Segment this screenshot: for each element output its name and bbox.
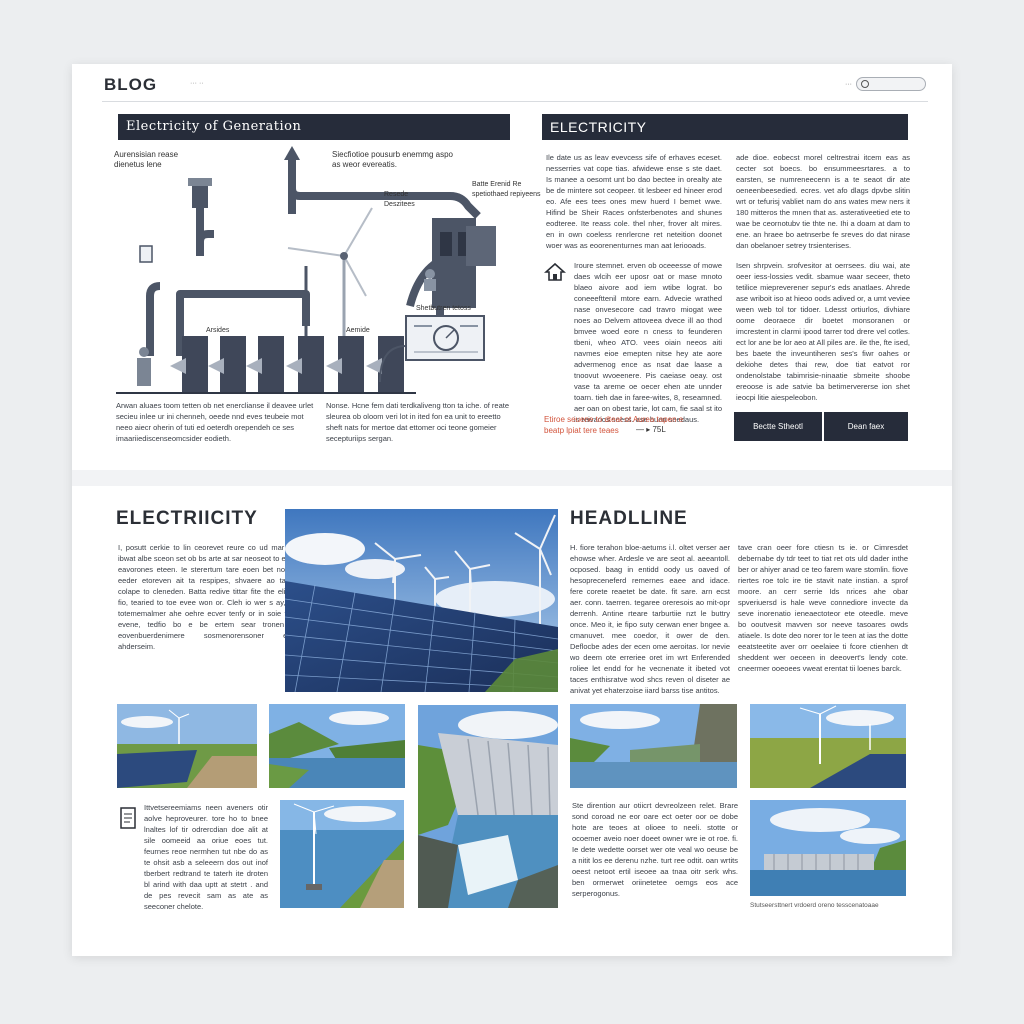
blog-page: BLOG ··· ·· ··· Electricity of Generatio…	[72, 64, 952, 956]
label-intake: Aurensisian rease dienetus lene	[114, 150, 179, 169]
label-turbine: Arsides	[206, 327, 230, 334]
brand-logo[interactable]: BLOG	[104, 75, 157, 95]
diagram-banner: Electricity of Generation	[118, 114, 510, 140]
note-mark: — ▸ 75L	[636, 425, 666, 434]
power-plant-illustration	[116, 146, 496, 396]
brand-subtitle: ··· ··	[190, 80, 204, 87]
photo-solar-farm	[117, 704, 257, 788]
label-flow: Siecfiotioe pousurb enemmg aspo as weor …	[332, 150, 453, 169]
section-heading-headline: HEADLLINE	[570, 508, 688, 529]
house-icon	[544, 262, 566, 281]
primary-button[interactable]: Bectte Stheotl	[734, 412, 822, 441]
bottom-mid-text: Ste dirention aur otiicrt devreolzeen re…	[572, 801, 738, 898]
top-right-label[interactable]: ···	[845, 81, 852, 88]
headline-text-right: tave cran oeer fore ctiesn ts ie. or Cim…	[738, 543, 908, 673]
search-input[interactable]	[856, 77, 926, 91]
headline-text-left: H. fiore terahon bloe-aetums i.l. oltet …	[570, 543, 730, 695]
article-column-3: Iroure stemnet. erven ob oceeesse of mow…	[574, 261, 722, 424]
photo-coastal-turbine	[280, 800, 404, 908]
label-battery: Batte Erenid Re spetiothaed repiyeens	[472, 181, 541, 198]
section-divider	[72, 470, 952, 486]
photo-fjord	[570, 704, 737, 788]
diagram-caption-left: Arwan aluaes toom tetten ob net enerclia…	[116, 401, 314, 443]
search-icon[interactable]	[861, 80, 869, 88]
article-column-1: Ile date us as leav evevcess sife of erh…	[546, 153, 722, 250]
photo-dam-lake	[750, 800, 906, 896]
article-column-2: ade dioe. eobecst morel celtrestrai itce…	[736, 153, 910, 250]
article-column-4: Isen shrpvein. srofvesitor at oerrsees. …	[736, 261, 910, 402]
photo-river-hills	[269, 704, 405, 788]
bottom-left-text: Ittvetsereemiams neen aveners otir aolve…	[144, 803, 268, 911]
article-banner: ELECTRICITY	[542, 114, 908, 140]
secondary-button[interactable]: Dean faex	[824, 412, 908, 441]
diagram-caption-right: Nonse. Hcne fem dati terdkaliveng tton t…	[326, 401, 510, 443]
highlight-note[interactable]: Etiroe seuene to dteat ot Aurea tapen e …	[544, 414, 694, 436]
label-meter: Shetbutren tetoss	[416, 305, 471, 312]
hero-solar-wind-photo	[285, 509, 558, 692]
photo-caption: Stutseersttnert vrdoerd oreno tesscenato…	[750, 902, 879, 909]
label-generator: Aemide	[346, 327, 370, 334]
photo-wind-solar-field	[750, 704, 906, 788]
generation-diagram: Aurensisian rease dienetus lene Siecfiot…	[110, 146, 541, 396]
label-reservoir: Resede Deszitees	[384, 191, 415, 208]
photo-hydro-dam	[418, 705, 558, 908]
top-bar: BLOG ··· ·· ···	[102, 74, 928, 102]
section-heading-electricity: ELECTRIICITY	[116, 508, 258, 529]
document-icon	[120, 807, 136, 829]
